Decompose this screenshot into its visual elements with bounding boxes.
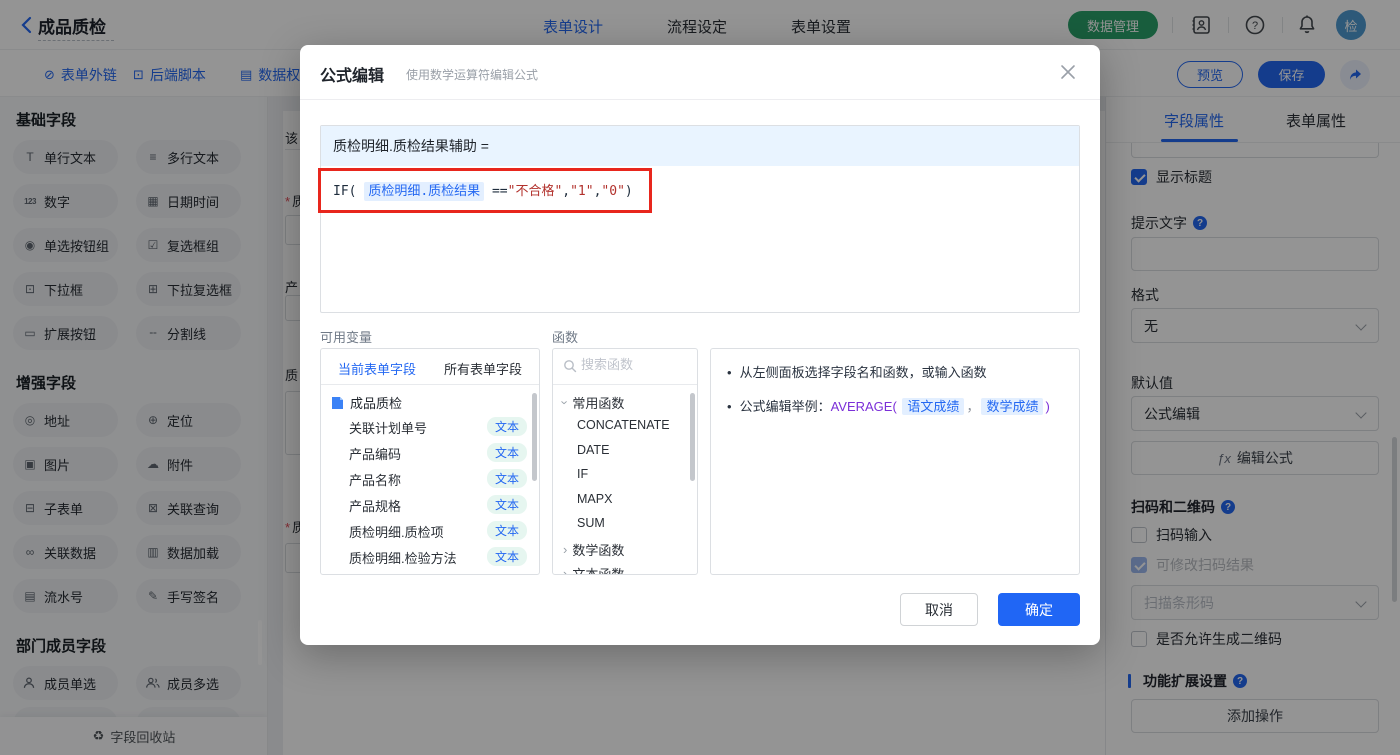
function-group-text[interactable]: › 文本函数 — [563, 564, 625, 575]
function-item-concatenate[interactable]: CONCATENATE — [577, 418, 670, 432]
variables-panel: 当前表单字段 所有表单字段 成品质检 关联计划单号 文本 产品编码 文本 产品名称文… — [320, 348, 540, 575]
chevron-expanded-icon: › — [557, 400, 573, 405]
variables-root-label: 成品质检 — [350, 396, 403, 411]
function-item-if[interactable]: IF — [577, 467, 588, 481]
variable-row[interactable]: 质检明细.检验方法 文本 — [321, 545, 539, 569]
type-badge: 文本 — [486, 547, 527, 566]
variable-row[interactable]: 关联计划单号 文本 — [321, 415, 539, 439]
formula-token: IF( — [333, 184, 365, 199]
search-icon — [563, 359, 577, 373]
formula-token: "0" — [601, 184, 625, 199]
help-line-2: 公式编辑举例：AVERAGE( 语文成绩，数学成绩) — [727, 397, 1063, 417]
variable-row[interactable]: 质检明细.质检项 文本 — [321, 519, 539, 543]
functions-panel: ›常用函数 CONCATENATE DATE IF MAPX SUM ›数学函数… — [552, 348, 698, 575]
formula-token: "不合格" — [507, 184, 563, 199]
example-separator: ， — [966, 398, 980, 414]
chevron-collapsed-icon: › — [563, 542, 568, 557]
functions-scrollbar[interactable] — [690, 393, 695, 481]
variable-name: 质检明细.检验方法 — [349, 551, 457, 566]
variable-row[interactable]: 产品名称 文本 — [321, 467, 539, 491]
form-doc-icon — [332, 396, 343, 409]
formula-editor-box: 质检明细.质检结果辅助 = IF( 质检明细.质检结果 =="不合格","1",… — [320, 125, 1080, 313]
variable-row[interactable]: 产品编码 文本 — [321, 441, 539, 465]
type-badge: 文本 — [486, 469, 527, 488]
variable-name: 产品编码 — [349, 447, 402, 462]
group-label: 常用函数 — [572, 396, 625, 411]
formula-token: == — [484, 184, 508, 199]
modal-header: 公式编辑 使用数学运算符编辑公式 — [300, 45, 1100, 100]
variable-name: 产品名称 — [349, 473, 402, 488]
field-chip: 数学成绩 — [981, 397, 1044, 415]
app-root: 成品质检 表单设计 流程设定 表单设置 数据管理 ? 检 ⊘ 表单外链 ⊡ 后端… — [0, 0, 1400, 755]
formula-token: "1" — [570, 184, 594, 199]
formula-token: , — [562, 184, 571, 199]
functions-label: 函数 — [552, 330, 579, 345]
field-chip: 语文成绩 — [902, 397, 965, 415]
modal-title: 公式编辑 — [320, 68, 385, 85]
help-example-prefix: 公式编辑举例： — [739, 398, 831, 414]
variables-scrollbar[interactable] — [532, 393, 537, 481]
function-item-mapx[interactable]: MAPX — [577, 492, 612, 506]
example-function-open: AVERAGE( — [830, 398, 897, 414]
type-badge: 文本 — [486, 443, 527, 462]
function-group-common[interactable]: › 常用函数 — [558, 393, 625, 412]
type-badge: 文本 — [486, 417, 527, 436]
formula-edit-modal: 公式编辑 使用数学运算符编辑公式 质检明细.质检结果辅助 = IF( 质检明细.… — [300, 45, 1100, 645]
tab-all-form-fields[interactable]: 所有表单字段 — [444, 359, 522, 378]
help-line-1: 从左侧面板选择字段名和函数，或输入函数 — [727, 363, 1063, 383]
variable-name: 关联计划单号 — [349, 421, 428, 436]
type-badge: 文本 — [486, 521, 527, 540]
example-function-close: ) — [1045, 398, 1050, 414]
function-search — [553, 349, 697, 385]
function-item-sum[interactable]: SUM — [577, 516, 605, 530]
formula-code-area[interactable]: IF( 质检明细.质检结果 =="不合格","1","0") — [321, 166, 1079, 312]
function-search-input[interactable] — [581, 357, 686, 372]
variables-tabs: 当前表单字段 所有表单字段 — [321, 349, 539, 385]
tab-current-form-fields[interactable]: 当前表单字段 — [338, 359, 416, 378]
group-label: 数学函数 — [572, 543, 625, 558]
function-item-date[interactable]: DATE — [577, 443, 609, 457]
variable-name: 产品规格 — [349, 499, 402, 514]
close-button[interactable] — [1060, 64, 1078, 82]
variables-label: 可用变量 — [320, 330, 373, 345]
type-badge: 文本 — [486, 495, 527, 514]
group-label: 文本函数 — [572, 567, 625, 575]
chevron-collapsed-icon: › — [563, 566, 568, 575]
formula-token: ) — [624, 184, 633, 199]
close-icon — [1061, 65, 1075, 79]
variable-row[interactable]: 产品规格 文本 — [321, 493, 539, 517]
variable-name: 质检明细.质检项 — [349, 525, 444, 540]
ok-button[interactable]: 确定 — [998, 593, 1080, 626]
modal-subtitle: 使用数学运算符编辑公式 — [406, 68, 539, 82]
formula-field-chip[interactable]: 质检明细.质检结果 — [364, 182, 485, 201]
formula-target-bar: 质检明细.质检结果辅助 = — [321, 126, 1079, 166]
help-panel: 从左侧面板选择字段名和函数，或输入函数 公式编辑举例：AVERAGE( 语文成绩… — [710, 348, 1080, 575]
function-group-math[interactable]: › 数学函数 — [563, 540, 624, 559]
variables-root[interactable]: 成品质检 — [331, 393, 402, 412]
cancel-button[interactable]: 取消 — [900, 593, 978, 626]
